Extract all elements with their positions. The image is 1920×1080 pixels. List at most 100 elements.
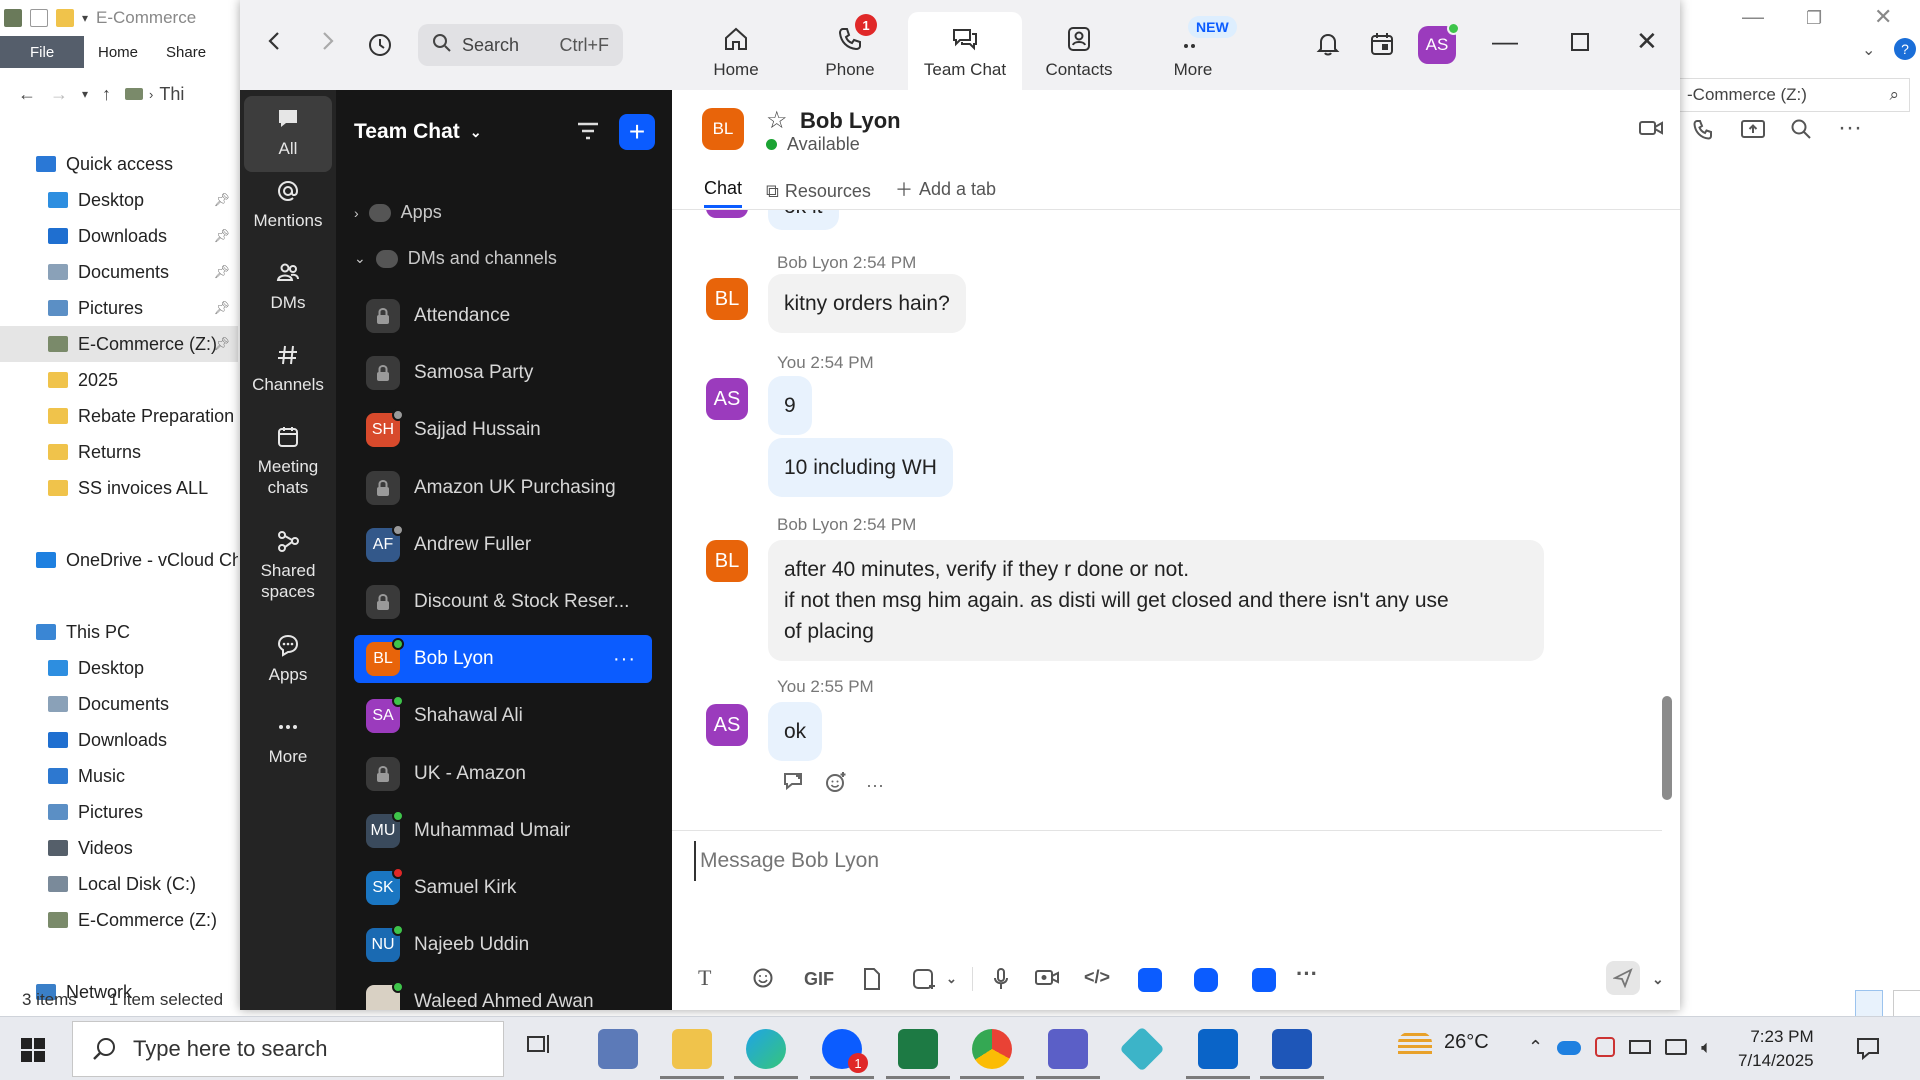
contact-avatar[interactable]: BL	[702, 108, 744, 150]
star-icon[interactable]: ☆	[766, 106, 788, 135]
close-icon[interactable]: ✕	[1636, 26, 1658, 57]
rail-meeting-chats[interactable]: Meeting chats	[244, 414, 332, 498]
nav-tree-item[interactable]: Videos	[0, 830, 238, 866]
nav-tree-item[interactable]: Downloads 📌︎	[0, 218, 238, 254]
onedrive-cloud-icon[interactable]	[1557, 1041, 1582, 1055]
user-avatar[interactable]: AS	[1418, 22, 1460, 64]
address-crumb[interactable]: Thi	[159, 84, 184, 105]
tab-resources[interactable]: ⧉ Resources	[766, 181, 871, 208]
expand-ribbon-icon[interactable]: ⌄	[1862, 40, 1875, 60]
tab-home[interactable]: Home	[679, 12, 793, 90]
file-explorer-icon[interactable]	[660, 1029, 724, 1079]
security-icon[interactable]	[1595, 1037, 1616, 1057]
new-folder-icon[interactable]	[56, 9, 74, 27]
nav-tree-item[interactable]: Music	[0, 758, 238, 794]
message-scrollbar[interactable]	[1662, 90, 1672, 1010]
rail-shared-spaces[interactable]: Shared spaces	[244, 518, 332, 602]
network-icon[interactable]	[1665, 1039, 1688, 1055]
more-options-icon[interactable]: ···	[613, 648, 636, 671]
properties-icon[interactable]	[30, 9, 48, 27]
outlook-icon[interactable]	[1186, 1029, 1250, 1079]
video-camera-icon[interactable]	[1638, 118, 1664, 143]
nav-tree-item[interactable]: Pictures	[0, 794, 238, 830]
ribbon-share-tab[interactable]: Share	[152, 36, 220, 68]
address-bar[interactable]: › Thi	[125, 84, 184, 105]
contact-name[interactable]: Bob Lyon	[800, 108, 901, 134]
rail-dms[interactable]: DMs	[244, 250, 332, 313]
docs-app-icon[interactable]	[1138, 968, 1162, 992]
sender-avatar[interactable]: BL	[706, 278, 748, 320]
notification-center-icon[interactable]	[1855, 1035, 1881, 1066]
explorer-search-box[interactable]: -Commerce (Z:) ⌕	[1678, 78, 1910, 112]
message-bubble[interactable]: 10 including WH	[768, 438, 953, 497]
chat-list-item[interactable]: Amazon UK Purchasing	[354, 464, 652, 512]
ribbon-home-tab[interactable]: Home	[84, 36, 152, 68]
more-options-icon[interactable]: ···	[1838, 114, 1862, 142]
text-format-icon[interactable]: T	[698, 965, 711, 991]
screenshot-icon[interactable]	[912, 967, 938, 996]
nav-tree-item[interactable]: E-Commerce (Z:) 📌︎	[0, 326, 238, 362]
add-reaction-icon[interactable]	[824, 770, 848, 800]
message-bubble[interactable]: kitny orders hain?	[768, 274, 966, 333]
message-bubble[interactable]: ok	[768, 702, 823, 761]
rail-more[interactable]: More	[244, 704, 332, 767]
maximize-icon[interactable]	[1570, 28, 1590, 59]
sender-avatar[interactable]: AS	[706, 378, 748, 420]
nav-tree-item[interactable]: Rebate Preparation	[0, 398, 238, 434]
minimize-icon[interactable]: —	[1742, 4, 1764, 30]
message-scrollbar-thumb[interactable]	[1662, 696, 1672, 800]
zoom-taskbar-icon[interactable]: 1	[810, 1029, 874, 1079]
tab-phone[interactable]: Phone 1	[793, 12, 907, 90]
chat-list-title[interactable]: Team Chat ⌄	[354, 120, 482, 144]
new-chat-button[interactable]: +	[619, 114, 655, 150]
nav-tree-item[interactable]: Quick access	[0, 146, 238, 182]
clock[interactable]: 7:23 PM 7/14/2025	[1738, 1025, 1814, 1073]
more-options-icon[interactable]: ···	[866, 775, 884, 796]
chat-list-item[interactable]: SA Shahawal Ali	[354, 692, 652, 740]
pin-icon[interactable]: 📌︎	[213, 300, 230, 316]
chat-list-item[interactable]: Discount & Stock Reser...	[354, 578, 652, 626]
excel-icon[interactable]	[886, 1029, 950, 1079]
rail-channels[interactable]: Channels	[244, 332, 332, 395]
chevron-down-icon[interactable]: ⌄	[946, 971, 957, 987]
microphone-icon[interactable]	[992, 967, 1010, 996]
message-bubble[interactable]: after 40 minutes, verify if they r done …	[768, 540, 1544, 661]
code-snippet-icon[interactable]: </>	[1084, 967, 1110, 988]
chat-list-item[interactable]: UK - Amazon	[354, 750, 652, 798]
qa-dropdown-icon[interactable]: ▾	[82, 11, 88, 25]
up-arrow-icon[interactable]: ↑	[102, 84, 111, 105]
search-icon[interactable]	[1790, 118, 1812, 145]
calendar-icon[interactable]	[1368, 30, 1396, 63]
ribbon-file-tab[interactable]: File	[0, 36, 84, 68]
apps-section[interactable]: › Apps	[354, 202, 442, 223]
gif-button[interactable]: GIF	[804, 969, 834, 990]
minimize-icon[interactable]: —	[1492, 26, 1518, 57]
chat-list-item[interactable]: Attendance	[354, 292, 652, 340]
chat-list-item[interactable]: Waleed Ahmed Awan	[354, 978, 652, 1010]
details-view-icon[interactable]	[1855, 990, 1883, 1018]
tab-more[interactable]: More NEW	[1136, 12, 1250, 90]
task-view-icon[interactable]	[524, 1029, 564, 1069]
sender-avatar[interactable]: BL	[706, 540, 748, 582]
video-message-icon[interactable]	[1034, 967, 1060, 992]
windows-start-icon[interactable]	[20, 1037, 46, 1068]
nav-tree-item[interactable]: SS invoices ALL	[0, 470, 238, 506]
volume-icon[interactable]: 🔈︎	[1701, 1037, 1712, 1058]
word-icon[interactable]	[1260, 1029, 1324, 1079]
nav-tree-item[interactable]: Desktop 📌︎	[0, 182, 238, 218]
rail-all[interactable]: All	[244, 96, 332, 172]
weather-widget[interactable]: 26°C	[1398, 1031, 1489, 1054]
chrome-icon[interactable]	[960, 1029, 1024, 1079]
share-screen-icon[interactable]	[1740, 118, 1766, 145]
pin-icon[interactable]: 📌︎	[213, 228, 230, 244]
tab-contacts[interactable]: Contacts	[1022, 12, 1136, 90]
nav-tree-item[interactable]: 2025	[0, 362, 238, 398]
file-icon[interactable]	[862, 967, 882, 996]
send-button[interactable]	[1606, 961, 1640, 995]
history-icon[interactable]	[366, 31, 394, 66]
battery-icon[interactable]	[1629, 1040, 1652, 1054]
notification-bell-icon[interactable]	[1314, 30, 1342, 63]
tab-team-chat[interactable]: Team Chat	[908, 12, 1022, 90]
large-icons-view-icon[interactable]	[1893, 990, 1920, 1018]
taskbar-search[interactable]: Type here to search	[72, 1021, 504, 1077]
